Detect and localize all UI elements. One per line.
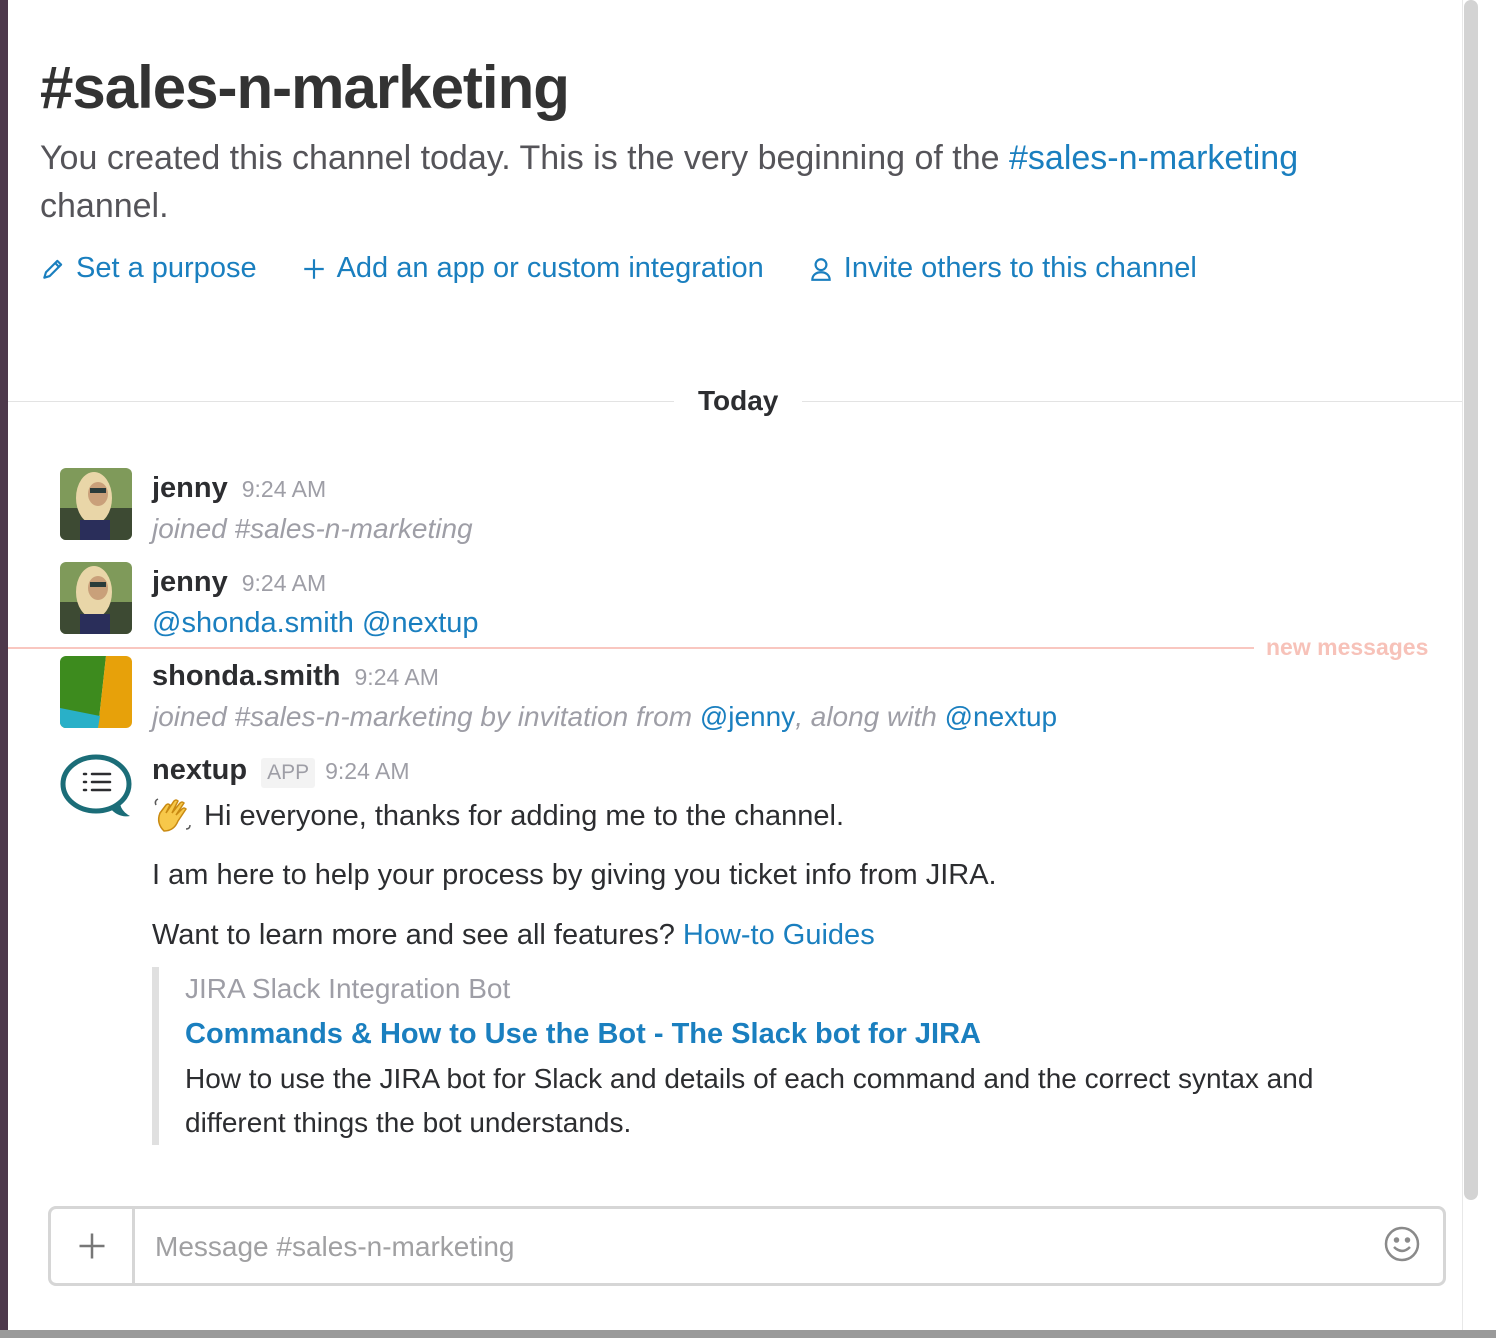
username[interactable]: jenny — [152, 562, 228, 602]
username[interactable]: shonda.smith — [152, 656, 341, 696]
message-item: nextup APP 9:24 AM Hi everyone, thanks f… — [60, 750, 1440, 1170]
intro-prefix: You created this channel today. This is … — [40, 139, 1009, 177]
system-message: joined #sales-n-marketing — [152, 513, 473, 544]
mention[interactable]: @jenny — [700, 701, 795, 732]
wave-icon — [154, 798, 191, 832]
window-bottom-edge — [0, 1330, 1496, 1338]
message-composer: Message #sales-n-marketing — [48, 1206, 1446, 1286]
avatar[interactable] — [60, 468, 132, 540]
invite-others-button[interactable]: Invite others to this channel — [808, 252, 1197, 285]
intro-suffix: channel. — [40, 187, 169, 225]
avatar[interactable] — [60, 656, 132, 728]
attachment-service: JIRA Slack Integration Bot — [185, 973, 511, 1004]
message-input[interactable]: Message #sales-n-marketing — [155, 1227, 515, 1267]
sidebar-edge — [0, 0, 8, 1338]
user-icon — [811, 257, 831, 281]
mention[interactable]: @nextup — [362, 607, 479, 639]
timestamp[interactable]: 9:24 AM — [355, 657, 439, 697]
plus-icon — [79, 1233, 104, 1259]
how-to-guides-link[interactable]: How-to Guides — [683, 919, 875, 951]
channel-title: #sales-n-marketing — [40, 54, 570, 121]
message-text: Hi everyone, thanks for adding me to the… — [204, 800, 844, 832]
attachment-description: How to use the JIRA bot for Slack and de… — [185, 1063, 1314, 1138]
avatar[interactable] — [60, 750, 132, 822]
message-item: shonda.smith 9:24 AM joined #sales-n-mar… — [60, 656, 1440, 736]
link-attachment: JIRA Slack Integration Bot Commands & Ho… — [152, 967, 1332, 1145]
attach-button[interactable] — [51, 1209, 135, 1283]
timestamp[interactable]: 9:24 AM — [242, 563, 326, 603]
message-item: jenny 9:24 AM joined #sales-n-marketing — [60, 468, 1440, 548]
plus-icon — [303, 258, 324, 279]
add-app-label: Add an app or custom integration — [336, 252, 764, 284]
channel-intro-block: #sales-n-marketing You created this chan… — [40, 52, 1440, 285]
new-messages-divider: new messages — [8, 634, 1462, 660]
timestamp[interactable]: 9:24 AM — [325, 751, 409, 791]
add-app-button[interactable]: Add an app or custom integration — [301, 252, 764, 285]
system-message: joined #sales-n-marketing by invitation … — [152, 701, 1058, 732]
message-pane: #sales-n-marketing You created this chan… — [8, 0, 1462, 1330]
pencil-icon — [43, 259, 63, 279]
timestamp[interactable]: 9:24 AM — [242, 469, 326, 509]
message-text: Want to learn more and see all features? — [152, 919, 683, 951]
day-divider-label: Today — [674, 382, 803, 420]
username[interactable]: nextup — [152, 750, 247, 790]
message-item: jenny 9:24 AM @shonda.smith @nextup — [60, 562, 1440, 642]
channel-link[interactable]: #sales-n-marketing — [1009, 139, 1298, 177]
day-divider: Today — [8, 382, 1462, 422]
avatar[interactable] — [60, 562, 132, 634]
mention[interactable]: @shonda.smith — [152, 607, 354, 639]
channel-intro-text: You created this channel today. This is … — [40, 134, 1360, 230]
channel-actions: Set a purpose Add an app or custom integ… — [40, 252, 1440, 285]
scrollbar-thumb[interactable] — [1464, 0, 1478, 1200]
attachment-title-link[interactable]: Commands & How to Use the Bot - The Slac… — [185, 1011, 1332, 1057]
invite-others-label: Invite others to this channel — [843, 252, 1197, 284]
set-purpose-button[interactable]: Set a purpose — [40, 252, 257, 285]
mention[interactable]: @nextup — [945, 701, 1058, 732]
message-text: I am here to help your process by giving… — [152, 859, 997, 891]
app-badge: APP — [261, 758, 316, 788]
emoji-icon[interactable] — [1383, 1225, 1421, 1263]
set-purpose-label: Set a purpose — [76, 252, 257, 284]
username[interactable]: jenny — [152, 468, 228, 508]
